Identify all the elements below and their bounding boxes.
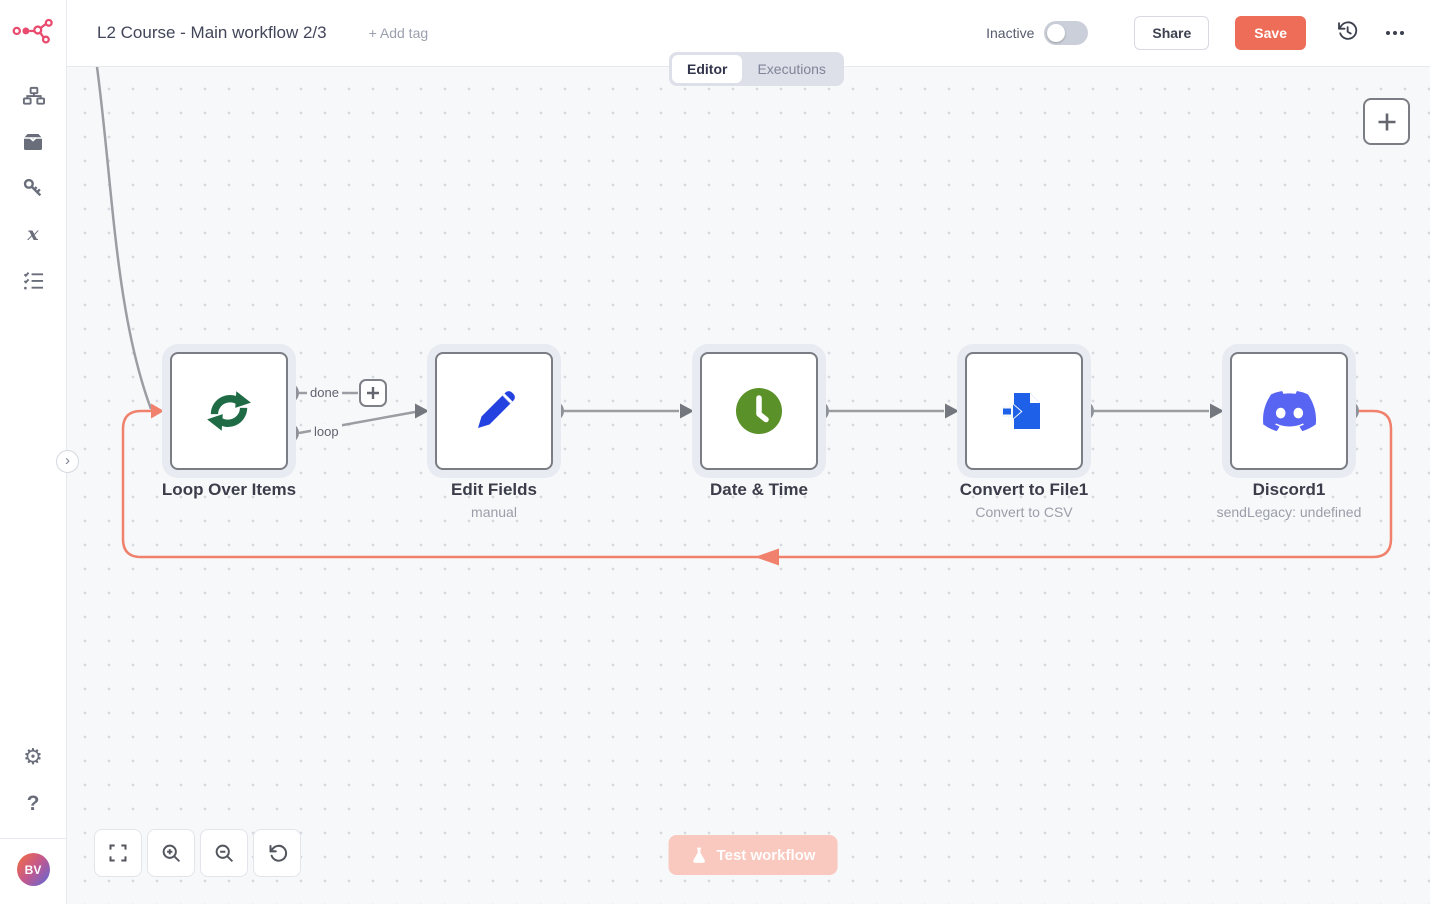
node-label: Loop Over Items xyxy=(89,480,369,500)
sidebar-item-credentials[interactable] xyxy=(15,170,51,206)
key-icon xyxy=(22,177,44,199)
help-icon: ? xyxy=(27,793,40,814)
test-workflow-label: Test workflow xyxy=(717,847,816,864)
sidebar-item-settings[interactable]: ⚙ xyxy=(15,739,51,775)
workflow-history-button[interactable] xyxy=(1330,16,1364,50)
zoom-in-icon xyxy=(161,843,182,864)
checklist-icon xyxy=(22,270,45,291)
tab-editor[interactable]: Editor xyxy=(672,55,742,83)
connection-label-done: done xyxy=(307,385,342,400)
zoom-out-button[interactable] xyxy=(200,829,248,877)
history-icon xyxy=(1336,20,1358,47)
test-workflow-button[interactable]: Test workflow xyxy=(669,835,838,875)
node-edit-fields[interactable]: Edit Fields manual xyxy=(435,352,553,470)
connection-label-loop: loop xyxy=(311,424,342,439)
sidebar-expand-button[interactable]: › xyxy=(56,450,79,473)
more-options-button[interactable] xyxy=(1378,16,1412,50)
avatar[interactable]: BV xyxy=(17,853,50,886)
editor-executions-tabs: Editor Executions xyxy=(669,52,844,86)
node-subtitle: sendLegacy: undefined xyxy=(1149,504,1429,520)
sidebar: x ⚙ ? BV xyxy=(0,0,67,904)
gear-icon: ⚙ xyxy=(23,746,43,768)
workflow-title[interactable]: L2 Course - Main workflow 2/3 xyxy=(97,23,327,43)
sidebar-divider: BV xyxy=(0,838,66,886)
loop-input-arrow-icon xyxy=(151,404,164,419)
node-discord[interactable]: Discord1 sendLegacy: undefined xyxy=(1230,352,1348,470)
sidebar-item-help[interactable]: ? xyxy=(15,785,51,821)
canvas-controls xyxy=(94,829,301,877)
node-loop-over-items[interactable]: Loop Over Items xyxy=(170,352,288,470)
share-button[interactable]: Share xyxy=(1134,16,1209,50)
node-label: Discord1 xyxy=(1149,480,1429,500)
add-node-on-connection-button[interactable] xyxy=(359,379,387,407)
add-tag-button[interactable]: + Add tag xyxy=(369,25,429,41)
save-button[interactable]: Save xyxy=(1235,16,1306,50)
tab-executions[interactable]: Executions xyxy=(742,55,840,83)
variables-icon: x xyxy=(27,225,38,244)
node-subtitle: manual xyxy=(354,504,634,520)
status-label: Inactive xyxy=(986,25,1034,41)
undo-icon xyxy=(267,843,288,864)
workflow-canvas[interactable]: done loop Loop Over Items xyxy=(67,67,1430,904)
node-convert-to-file[interactable]: Convert to File1 Convert to CSV xyxy=(965,352,1083,470)
toggle-knob xyxy=(1047,24,1065,42)
flask-icon xyxy=(691,846,708,864)
templates-icon xyxy=(21,131,45,153)
ellipsis-icon xyxy=(1386,31,1390,35)
workflows-icon xyxy=(22,85,45,108)
fit-view-icon xyxy=(108,843,128,863)
zoom-in-button[interactable] xyxy=(147,829,195,877)
incoming-connection[interactable] xyxy=(97,67,151,409)
node-label: Date & Time xyxy=(619,480,899,500)
zoom-out-icon xyxy=(214,843,235,864)
node-label: Convert to File1 xyxy=(884,480,1164,500)
loop-icon xyxy=(170,352,288,470)
plus-icon xyxy=(1377,112,1397,132)
node-subtitle: Convert to CSV xyxy=(884,504,1164,520)
sidebar-item-workflows[interactable] xyxy=(15,78,51,114)
node-date-time[interactable]: Date & Time xyxy=(700,352,818,470)
zoom-to-fit-button[interactable] xyxy=(94,829,142,877)
node-label: Edit Fields xyxy=(354,480,634,500)
sidebar-item-templates[interactable] xyxy=(15,124,51,160)
plus-icon xyxy=(366,386,380,400)
reset-zoom-button[interactable] xyxy=(253,829,301,877)
file-import-icon xyxy=(965,352,1083,470)
sidebar-item-executions[interactable] xyxy=(15,262,51,298)
n8n-logo-icon[interactable] xyxy=(12,16,54,49)
sidebar-item-variables[interactable]: x xyxy=(15,216,51,252)
active-toggle[interactable] xyxy=(1044,21,1088,45)
chevron-right-icon: › xyxy=(65,452,70,469)
add-node-button[interactable] xyxy=(1363,98,1410,145)
pencil-icon xyxy=(435,352,553,470)
loopback-arrow-icon xyxy=(755,549,779,566)
clock-icon xyxy=(700,352,818,470)
discord-icon xyxy=(1230,352,1348,470)
